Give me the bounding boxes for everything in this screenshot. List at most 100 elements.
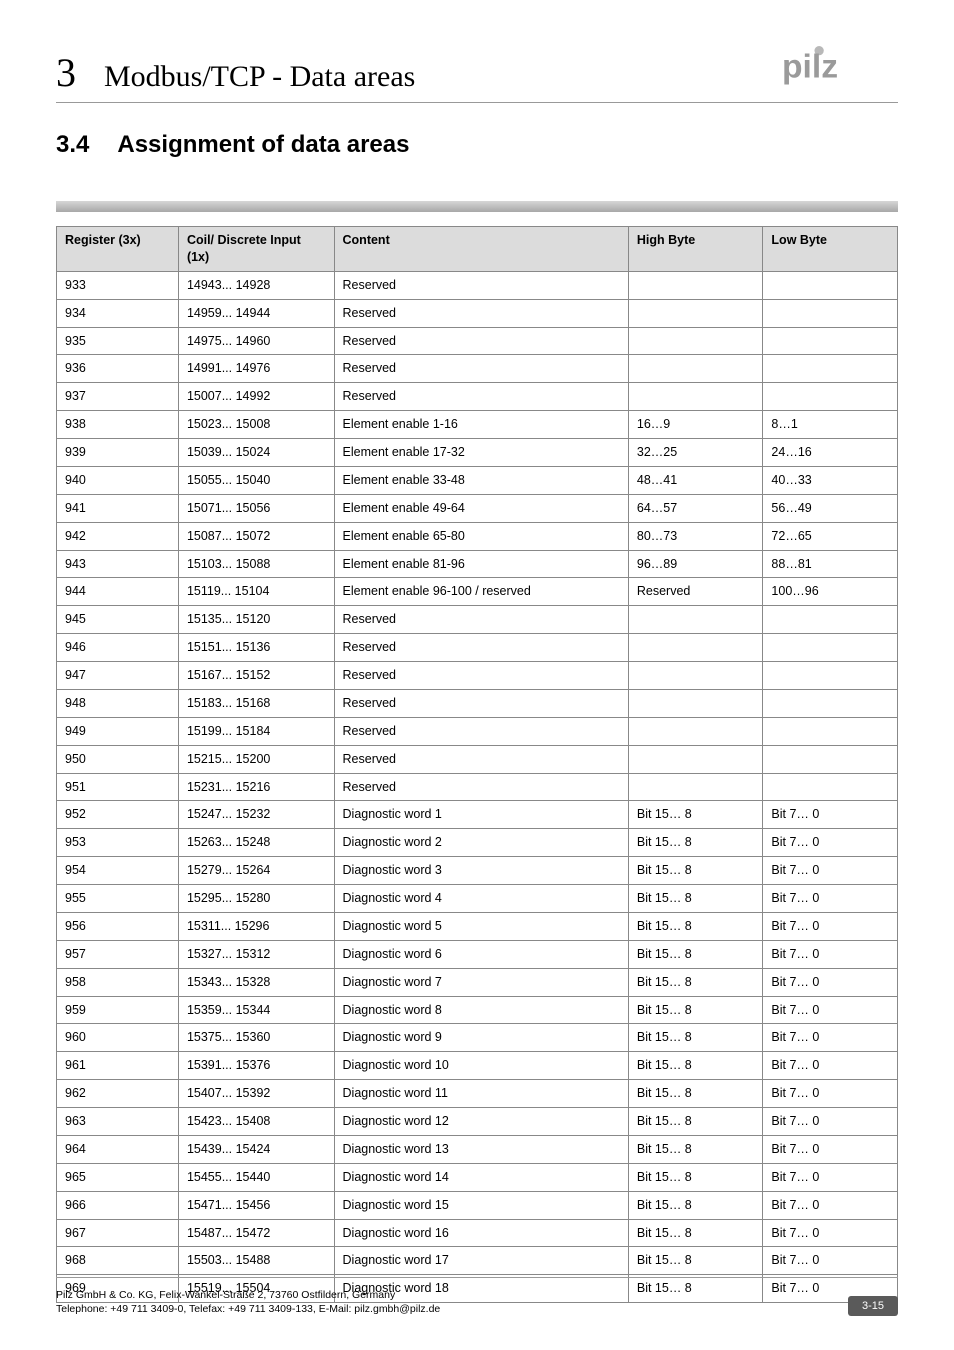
table-cell: 15135... 15120 (178, 606, 334, 634)
table-header-row: Register (3x) Coil/ Discrete Input (1x) … (57, 227, 898, 272)
section-number: 3.4 (56, 131, 89, 159)
table-cell: 15359... 15344 (178, 996, 334, 1024)
table-cell: Bit 7… 0 (763, 1024, 898, 1052)
table-cell: Bit 7… 0 (763, 1219, 898, 1247)
table-row: 94815183... 15168Reserved (57, 689, 898, 717)
table-cell: 72…65 (763, 522, 898, 550)
table-row: 94415119... 15104Element enable 96-100 /… (57, 578, 898, 606)
table-cell: 936 (57, 355, 179, 383)
table-cell: 15471... 15456 (178, 1191, 334, 1219)
table-cell: Bit 7… 0 (763, 801, 898, 829)
table-cell: Reserved (334, 745, 628, 773)
page-number: 3-15 (848, 1296, 898, 1316)
table-cell (763, 606, 898, 634)
table-cell: Reserved (334, 271, 628, 299)
table-cell: Diagnostic word 16 (334, 1219, 628, 1247)
table-cell: 963 (57, 1108, 179, 1136)
table-cell (628, 383, 763, 411)
footer-line2: Telephone: +49 711 3409-0, Telefax: +49 … (56, 1302, 440, 1316)
table-cell: 958 (57, 968, 179, 996)
table-row: 93815023... 15008Element enable 1-1616…9… (57, 411, 898, 439)
table-cell: Element enable 65-80 (334, 522, 628, 550)
table-cell: Bit 15… 8 (628, 940, 763, 968)
header-left: 3 Modbus/TCP - Data areas (56, 49, 415, 96)
table-cell: 14991... 14976 (178, 355, 334, 383)
table-cell (763, 383, 898, 411)
table-cell: Diagnostic word 10 (334, 1052, 628, 1080)
table-cell: 959 (57, 996, 179, 1024)
table-cell: 32…25 (628, 439, 763, 467)
table-cell (763, 689, 898, 717)
table-cell: 946 (57, 634, 179, 662)
table-cell: Element enable 1-16 (334, 411, 628, 439)
table-cell: Bit 7… 0 (763, 1052, 898, 1080)
table-cell: 40…33 (763, 466, 898, 494)
table-cell: 960 (57, 1024, 179, 1052)
th-coil: Coil/ Discrete Input (1x) (178, 227, 334, 272)
table-cell (763, 662, 898, 690)
table-cell: Bit 7… 0 (763, 912, 898, 940)
table-cell: Diagnostic word 13 (334, 1135, 628, 1163)
table-cell: 15215... 15200 (178, 745, 334, 773)
table-cell: 48…41 (628, 466, 763, 494)
th-low-byte: Low Byte (763, 227, 898, 272)
table-cell: 15183... 15168 (178, 689, 334, 717)
table-cell: 934 (57, 299, 179, 327)
table-row: 95615311... 15296Diagnostic word 5Bit 15… (57, 912, 898, 940)
table-cell: 942 (57, 522, 179, 550)
table-cell: Bit 15… 8 (628, 857, 763, 885)
table-cell: 15311... 15296 (178, 912, 334, 940)
table-cell: 951 (57, 773, 179, 801)
chapter-title: Modbus/TCP - Data areas (104, 60, 415, 94)
table-cell (628, 271, 763, 299)
table-cell: 15119... 15104 (178, 578, 334, 606)
table-cell (628, 606, 763, 634)
table-cell: 953 (57, 829, 179, 857)
page-footer: Pilz GmbH & Co. KG, Felix-Wankel-Straße … (56, 1277, 898, 1316)
table-cell: 15007... 14992 (178, 383, 334, 411)
table-cell (763, 634, 898, 662)
table-cell: Bit 7… 0 (763, 1163, 898, 1191)
table-cell: 15199... 15184 (178, 717, 334, 745)
section-heading: 3.4 Assignment of data areas (56, 131, 898, 159)
table-cell: 15455... 15440 (178, 1163, 334, 1191)
table-row: 96815503... 15488Diagnostic word 17Bit 1… (57, 1247, 898, 1275)
table-row: 96715487... 15472Diagnostic word 16Bit 1… (57, 1219, 898, 1247)
table-cell: Bit 7… 0 (763, 829, 898, 857)
table-cell: Reserved (628, 578, 763, 606)
page-header: 3 Modbus/TCP - Data areas pilz (56, 42, 898, 96)
table-row: 94915199... 15184Reserved (57, 717, 898, 745)
decorative-bar (56, 201, 898, 212)
table-cell: 15023... 15008 (178, 411, 334, 439)
table-cell: 15103... 15088 (178, 550, 334, 578)
table-row: 95215247... 15232Diagnostic word 1Bit 15… (57, 801, 898, 829)
th-register: Register (3x) (57, 227, 179, 272)
table-cell: 15423... 15408 (178, 1108, 334, 1136)
table-cell: Diagnostic word 3 (334, 857, 628, 885)
table-cell: 15375... 15360 (178, 1024, 334, 1052)
table-cell: 15055... 15040 (178, 466, 334, 494)
table-cell: 14943... 14928 (178, 271, 334, 299)
table-cell (628, 773, 763, 801)
table-row: 96015375... 15360Diagnostic word 9Bit 15… (57, 1024, 898, 1052)
table-cell: 933 (57, 271, 179, 299)
table-cell: Bit 7… 0 (763, 1247, 898, 1275)
table-cell: 968 (57, 1247, 179, 1275)
table-cell: 15247... 15232 (178, 801, 334, 829)
table-row: 95815343... 15328Diagnostic word 7Bit 15… (57, 968, 898, 996)
table-cell: Bit 15… 8 (628, 996, 763, 1024)
table-row: 96115391... 15376Diagnostic word 10Bit 1… (57, 1052, 898, 1080)
table-row: 96615471... 15456Diagnostic word 15Bit 1… (57, 1191, 898, 1219)
table-cell: 967 (57, 1219, 179, 1247)
table-row: 93514975... 14960Reserved (57, 327, 898, 355)
table-row: 96415439... 15424Diagnostic word 13Bit 1… (57, 1135, 898, 1163)
table-cell (763, 773, 898, 801)
table-row: 93314943... 14928Reserved (57, 271, 898, 299)
header-divider (56, 102, 898, 103)
table-row: 94215087... 15072Element enable 65-8080…… (57, 522, 898, 550)
table-cell: Bit 15… 8 (628, 829, 763, 857)
table-cell: 96…89 (628, 550, 763, 578)
pilz-logo-icon: pilz (782, 42, 898, 86)
table-cell (763, 717, 898, 745)
table-cell: Diagnostic word 7 (334, 968, 628, 996)
